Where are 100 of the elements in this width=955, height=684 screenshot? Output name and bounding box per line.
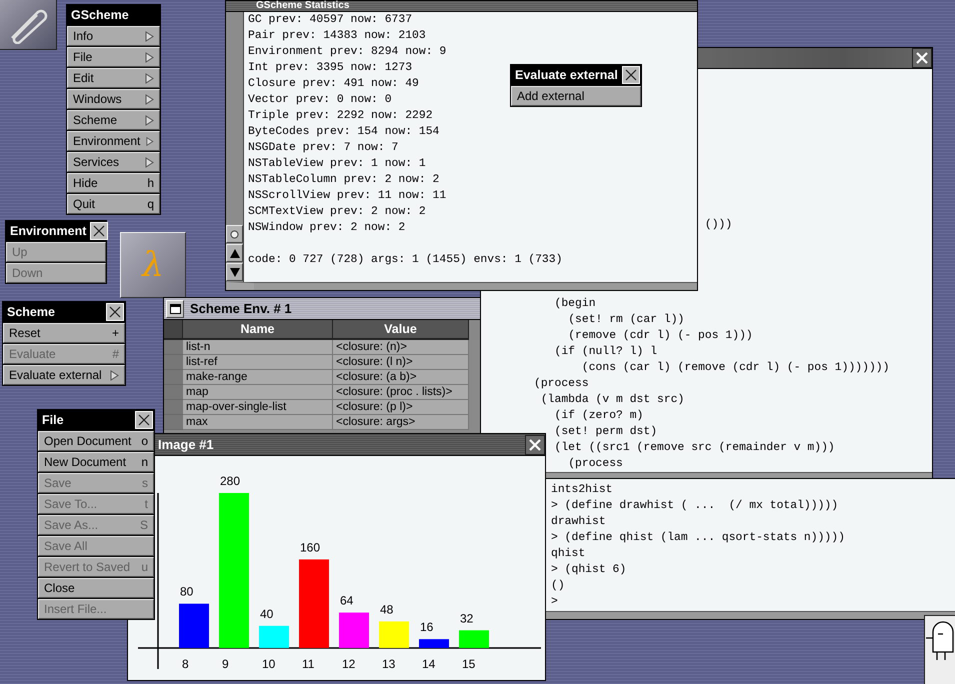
app-tile[interactable] [0, 0, 57, 50]
menu-title: Evaluate external [515, 68, 618, 82]
table-cell: <closure: (l n)> [333, 355, 469, 370]
submenu-arrow-icon [145, 156, 154, 168]
close-icon [529, 438, 541, 450]
submenu-arrow-icon [145, 114, 154, 126]
window-title: Scheme Env. # 1 [190, 301, 292, 316]
code-line: qhist [551, 548, 586, 560]
menu-item[interactable]: Open Document o [38, 431, 154, 451]
miniaturize-button[interactable] [166, 300, 184, 318]
submenu-arrow-icon [110, 370, 119, 380]
menu-title: GScheme [71, 8, 129, 22]
menu-title: Scheme [7, 305, 55, 319]
menu-item[interactable]: Environment [67, 131, 160, 151]
close-icon [625, 69, 637, 81]
close-button[interactable] [912, 48, 932, 68]
table-cell: max [183, 415, 333, 430]
menu-item[interactable]: Edit [67, 68, 160, 88]
code-line: (let ((src1 (remove src (remainder v m))) [554, 442, 835, 454]
code-line: (remove (cdr l) (- pos 1))) [568, 330, 753, 342]
table-cell: list-n [183, 340, 333, 355]
code-line: > (qhist 6) [551, 564, 626, 576]
scroll-bar[interactable] [226, 282, 697, 290]
statistics-summary: code: 0 727 (728) args: 1 (1455) envs: 1 (733) [248, 252, 562, 268]
scroll-bar[interactable] [226, 12, 244, 282]
code-line: (cons (car l) (remove (cdr l) (- pos 1))))))) [582, 362, 890, 374]
menu-item[interactable]: Scheme [67, 110, 160, 130]
code-line: (set! rm (car l)) [568, 314, 684, 326]
down-arrow-icon [228, 266, 240, 278]
code-line: > (define drawhist ( ... (/ mx total))))) [551, 500, 838, 512]
code-line: () [551, 580, 565, 592]
scroll-down-button[interactable] [226, 263, 243, 281]
category-label: 9 [222, 657, 229, 671]
menu-item[interactable]: Services [67, 152, 160, 172]
menu-item[interactable]: Reset + [3, 323, 125, 343]
menu-item[interactable]: New Document n [38, 452, 154, 472]
table-cell: <closure: (a b)> [333, 370, 469, 385]
value-label: 40 [260, 606, 274, 621]
statistics-line: Int prev: 3395 now: 1273 [248, 61, 412, 76]
window-title: Image #1 [158, 437, 214, 452]
menu-item[interactable]: Windows [67, 89, 160, 109]
statistics-line: Environment prev: 8294 now: 9 [248, 44, 446, 60]
code-line: > [551, 596, 558, 608]
statistics-line: NSScrollView prev: 11 now: 11 [248, 188, 446, 204]
value-label: 80 [180, 584, 194, 599]
menu-title: Environment [10, 224, 86, 238]
scroll-up-button[interactable] [226, 244, 243, 262]
window-icon [170, 304, 180, 314]
submenu-arrow-icon [145, 30, 154, 42]
value-label: 160 [300, 540, 320, 554]
header-corner [164, 320, 183, 340]
column-header[interactable]: Name [183, 320, 333, 340]
code-line: (process [534, 378, 589, 390]
category-label: 12 [342, 657, 356, 671]
category-label: 13 [382, 657, 396, 671]
submenu-arrow-icon [145, 52, 154, 62]
table-cell: list-ref [183, 355, 333, 370]
code-line: (set! perm dst) [554, 426, 658, 438]
up-arrow-icon [228, 248, 240, 258]
code-line: (if (null? l) l [554, 346, 658, 358]
statistics-line: Closure prev: 491 now: 49 [248, 76, 419, 92]
statistics-line: Vector prev: 0 now: 0 [248, 93, 392, 108]
scroll-knob[interactable] [226, 225, 243, 243]
submenu-arrow-icon [146, 136, 154, 146]
category-label: 14 [422, 657, 436, 671]
menu-item[interactable]: Evaluate external [3, 365, 125, 385]
value-label: 64 [340, 594, 354, 608]
scroll-bar[interactable] [546, 611, 955, 619]
circle-icon [230, 230, 239, 238]
table-cell: <closure: args> [333, 415, 469, 430]
close-icon [138, 414, 150, 426]
table-cell: map-over-single-list [183, 400, 333, 415]
menu-item[interactable]: Close [38, 578, 154, 598]
menu-item[interactable]: Quit q [67, 194, 160, 214]
window-title: GScheme Statistics [256, 1, 350, 11]
menu-item[interactable]: Add external [511, 86, 641, 106]
menu-title: File [42, 413, 64, 427]
column-header[interactable]: Value [333, 320, 469, 340]
statistics-line: NSTableView prev: 1 now: 1 [248, 156, 426, 172]
menu-item[interactable]: Info [67, 26, 160, 46]
category-label: 11 [302, 657, 314, 671]
close-button[interactable] [525, 434, 545, 454]
table-cell: map [183, 385, 333, 400]
close-icon [93, 225, 106, 237]
statistics-line: NSGDate prev: 7 now: 7 [248, 141, 398, 156]
value-label: 32 [460, 611, 474, 626]
code-line: (if (zero? m) [554, 410, 644, 422]
code-line: drawhist [551, 516, 606, 528]
code-line: (lambda (v m dst src) [540, 394, 684, 406]
table-cell: make-range [183, 370, 333, 385]
code-line: ints2hist [551, 484, 613, 496]
menu-item[interactable]: File [67, 47, 160, 67]
code-line: (process [568, 458, 623, 470]
menu-item[interactable]: Hide h [67, 173, 160, 193]
code-line: > (define qhist (lam ... qsort-stats n))))) [551, 532, 845, 544]
close-icon [916, 52, 928, 64]
statistics-line: Pair prev: 14383 now: 2103 [248, 28, 426, 44]
submenu-arrow-icon [145, 94, 154, 104]
scroll-bar[interactable] [546, 472, 932, 478]
statistics-line: ByteCodes prev: 154 now: 154 [248, 124, 440, 140]
